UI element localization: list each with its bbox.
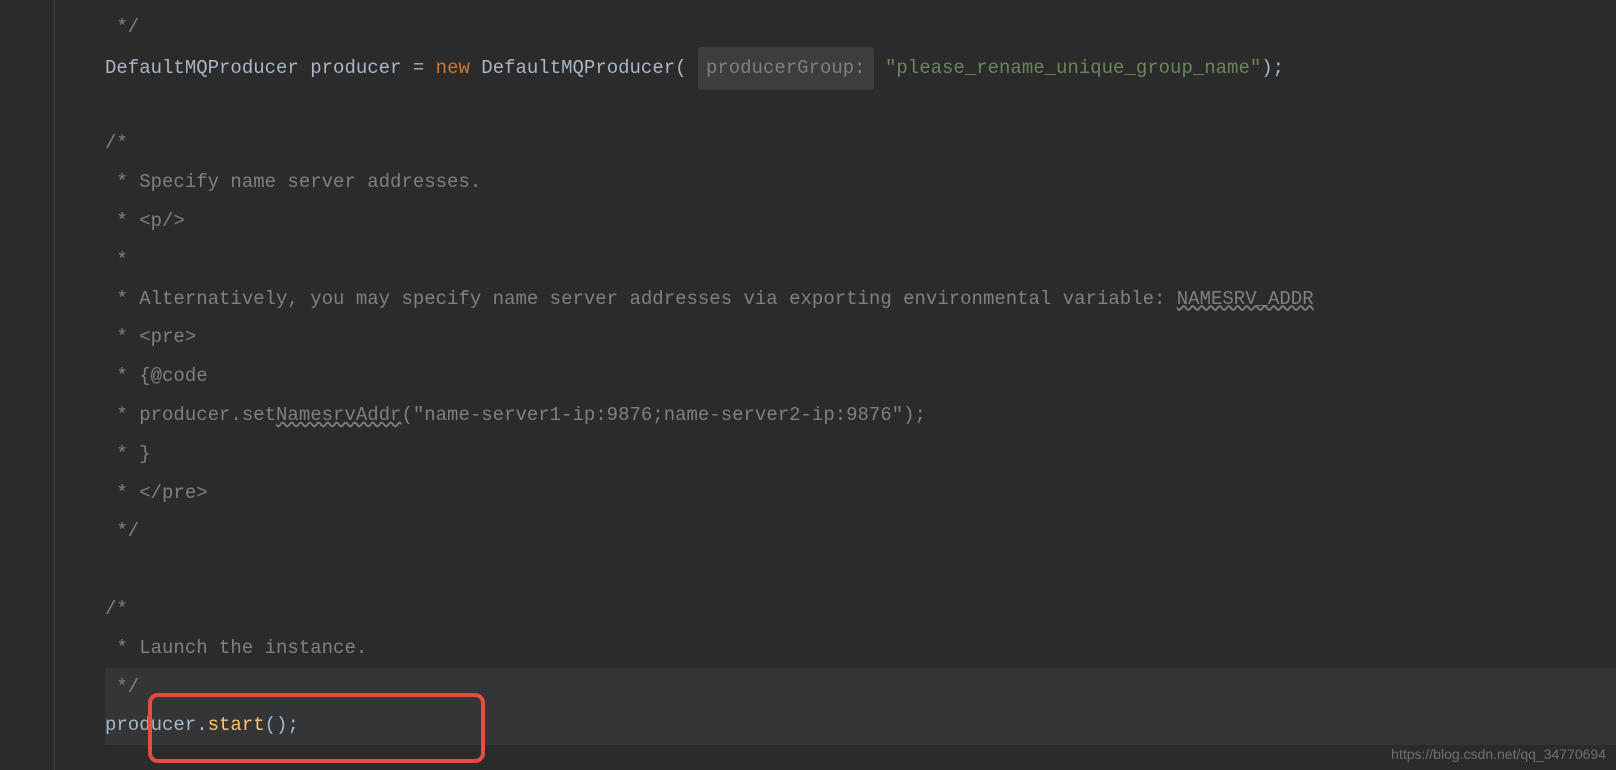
comment-text: /* xyxy=(105,598,128,620)
comment-text: */ xyxy=(105,16,139,38)
paren: ( xyxy=(675,57,698,79)
code-line: * <p/> xyxy=(105,202,1616,241)
code-line: DefaultMQProducer producer = new Default… xyxy=(105,47,1616,86)
code-line: * producer.setNamesrvAddr("name-server1-… xyxy=(105,396,1616,435)
string-literal: "please_rename_unique_group_name" xyxy=(885,57,1261,79)
code-line: * Launch the instance. xyxy=(105,629,1616,668)
code-editor: */ DefaultMQProducer producer = new Defa… xyxy=(0,0,1616,770)
comment-text: /* xyxy=(105,132,128,154)
code-line: /* xyxy=(105,590,1616,629)
code-line xyxy=(105,551,1616,590)
comment-text: * <pre> xyxy=(105,326,196,348)
code-line: * <pre> xyxy=(105,318,1616,357)
code-line: */ xyxy=(105,8,1616,47)
comment-text: */ xyxy=(105,520,139,542)
code-line: * Specify name server addresses. xyxy=(105,163,1616,202)
comment-text: * {@code xyxy=(105,365,208,387)
dot: . xyxy=(196,714,207,736)
code-line: * </pre> xyxy=(105,474,1616,513)
comment-text: * Launch the instance. xyxy=(105,637,367,659)
comment-text: * xyxy=(105,249,128,271)
code-area[interactable]: */ DefaultMQProducer producer = new Defa… xyxy=(55,0,1616,770)
method-call: start xyxy=(208,714,265,736)
object-ref: producer xyxy=(105,714,196,736)
comment-text: * producer.set xyxy=(105,404,276,426)
keyword-new: new xyxy=(424,57,481,79)
comment-text: * Specify name server addresses. xyxy=(105,171,481,193)
code-line: */ xyxy=(105,512,1616,551)
space xyxy=(874,57,885,79)
editor-gutter xyxy=(0,0,55,770)
parameter-hint: producerGroup: xyxy=(698,47,874,90)
code-line: /* xyxy=(105,124,1616,163)
comment-text: * Alternatively, you may specify name se… xyxy=(105,288,1177,310)
constructor-name: DefaultMQProducer xyxy=(481,57,675,79)
operator: = xyxy=(413,57,424,79)
code-line: * xyxy=(105,241,1616,280)
comment-text: */ xyxy=(105,676,139,698)
code-line: * {@code xyxy=(105,357,1616,396)
comment-text: * } xyxy=(105,443,151,465)
paren: (); xyxy=(265,714,299,736)
variable: producer xyxy=(299,57,413,79)
code-line: * Alternatively, you may specify name se… xyxy=(105,280,1616,319)
comment-text: * </pre> xyxy=(105,482,208,504)
code-line: */ xyxy=(105,668,1616,707)
comment-method: NamesrvAddr xyxy=(276,404,401,426)
comment-identifier: NAMESRV_ADDR xyxy=(1177,288,1314,310)
code-line xyxy=(105,86,1616,125)
watermark-text: https://blog.csdn.net/qq_34770694 xyxy=(1391,746,1606,762)
class-name: DefaultMQProducer xyxy=(105,57,299,79)
comment-text: ("name-server1-ip:9876;name-server2-ip:9… xyxy=(401,404,926,426)
code-line: * } xyxy=(105,435,1616,474)
comment-text: * <p/> xyxy=(105,210,185,232)
code-line: producer.start(); xyxy=(105,706,1616,745)
paren: ); xyxy=(1261,57,1284,79)
